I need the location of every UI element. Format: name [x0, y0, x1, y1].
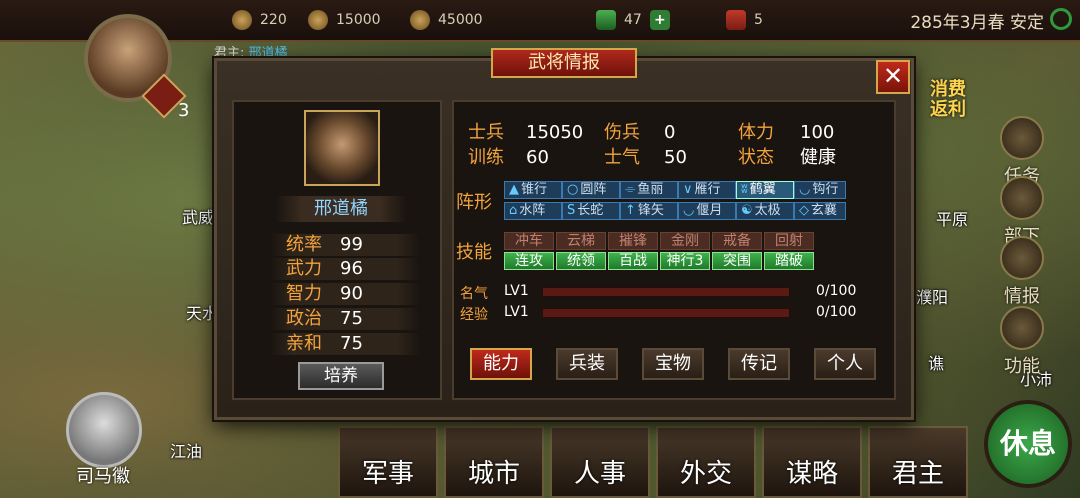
- formation-chip[interactable]: S 长蛇: [562, 202, 620, 220]
- intel-icon: [1000, 236, 1044, 280]
- exp-label: 经验: [460, 307, 488, 323]
- consume-rebate-button[interactable]: 消费 返利: [930, 80, 966, 120]
- formation-chip[interactable]: ◇ 玄襄: [794, 202, 846, 220]
- formation-chip[interactable]: ⌂ 水阵: [504, 202, 562, 220]
- tab-treasure[interactable]: 宝物: [642, 348, 704, 380]
- fame-progress-bar: [542, 287, 790, 297]
- close-button[interactable]: ✕: [876, 60, 910, 94]
- tab-biography[interactable]: 传记: [728, 348, 790, 380]
- city-pingyuan[interactable]: 平原: [936, 206, 968, 230]
- cultivate-button[interactable]: 培养: [298, 362, 384, 390]
- tab-equipment[interactable]: 兵装: [556, 348, 618, 380]
- grain-icon: [410, 10, 430, 30]
- state-status: 安定: [1010, 13, 1044, 33]
- skill-chip[interactable]: 戒备: [712, 232, 762, 250]
- formation-chip[interactable]: ↑ 锋矢: [620, 202, 678, 220]
- skill-chip-active[interactable]: 统领: [556, 252, 606, 270]
- attr-row: 武力 96: [270, 258, 420, 280]
- skill-chip[interactable]: 回射: [764, 232, 814, 250]
- tab-ability[interactable]: 能力: [470, 348, 532, 380]
- stat-value: 15050: [526, 122, 584, 143]
- gold-resource: 220: [232, 8, 287, 32]
- stat-label: 伤兵: [604, 122, 640, 143]
- nav-strategy[interactable]: 谋略: [762, 426, 862, 498]
- skill-chip-active[interactable]: 连攻: [504, 252, 554, 270]
- formation-chip[interactable]: ∨ 雁行: [678, 181, 736, 199]
- nav-functions[interactable]: 功能: [990, 306, 1054, 378]
- date-status: 285年3月春 安定: [910, 8, 1044, 33]
- bottom-nav: 军事 城市 人事 外交 谋略 君主: [338, 426, 968, 498]
- formation-label: 阵形: [456, 192, 492, 213]
- city-wuwei[interactable]: 武威: [182, 204, 214, 228]
- lord-count: 3: [178, 100, 190, 121]
- fame-value: 0/100: [816, 283, 857, 299]
- fame-label: 名气: [460, 286, 488, 302]
- attr-row: 统率 99: [270, 234, 420, 256]
- stat-value: 60: [526, 147, 549, 168]
- add-jade-button[interactable]: +: [649, 10, 670, 30]
- gear-icon: [1000, 306, 1044, 350]
- stat-label: 体力: [738, 122, 774, 143]
- city-puyang[interactable]: 濮阳: [916, 284, 948, 308]
- stat-value: 0: [664, 122, 676, 143]
- skill-chip-active[interactable]: 神行3: [660, 252, 710, 270]
- skill-chip[interactable]: 金刚: [660, 232, 710, 250]
- nav-military[interactable]: 军事: [338, 426, 438, 498]
- skill-chip[interactable]: 云梯: [556, 232, 606, 250]
- formation-chip-selected[interactable]: ʬ 鹤翼: [736, 181, 794, 199]
- gold-icon: [232, 10, 252, 30]
- nav-diplomacy[interactable]: 外交: [656, 426, 756, 498]
- jade-resource: 47 +: [596, 8, 670, 32]
- subordinates-icon: [1000, 176, 1044, 220]
- fame-level: LV1: [504, 283, 529, 299]
- jade-icon: [596, 10, 616, 30]
- formation-chip[interactable]: ○ 圆阵: [562, 181, 620, 199]
- token-resource: 5: [726, 8, 763, 32]
- skill-chip[interactable]: 冲车: [504, 232, 554, 250]
- nav-city[interactable]: 城市: [444, 426, 544, 498]
- formation-chip[interactable]: ▲ 锥行: [504, 181, 562, 199]
- tab-personal[interactable]: 个人: [814, 348, 876, 380]
- token-icon: [726, 10, 746, 30]
- nav-intel[interactable]: 情报: [990, 236, 1054, 308]
- dialog-title: 武将情报: [491, 48, 637, 78]
- formation-chip[interactable]: ⌯ 鱼丽: [620, 181, 678, 199]
- exp-level: LV1: [504, 304, 529, 320]
- exp-progress-bar: [542, 308, 790, 318]
- rest-button[interactable]: 休息: [984, 400, 1072, 488]
- grain-resource: 45000: [410, 8, 483, 32]
- skill-chip-active[interactable]: 百战: [608, 252, 658, 270]
- city-jiangyou[interactable]: 江油: [170, 438, 202, 462]
- stat-label: 士气: [604, 147, 640, 168]
- formation-chip[interactable]: ◡ 偃月: [678, 202, 736, 220]
- skill-label: 技能: [456, 242, 492, 263]
- advisor-avatar[interactable]: [66, 392, 142, 468]
- coin-pile-icon: [308, 10, 328, 30]
- nav-lord[interactable]: 君主: [868, 426, 968, 498]
- formation-chip[interactable]: ◡ 钩行: [794, 181, 846, 199]
- stat-label: 状态: [738, 147, 774, 168]
- stat-label: 训练: [468, 147, 504, 168]
- attr-row: 亲和 75: [270, 333, 420, 355]
- task-icon: [1000, 116, 1044, 160]
- stat-value: 100: [800, 122, 835, 143]
- advisor-name: 司马徽: [76, 466, 130, 487]
- game-date: 285年3月春: [910, 13, 1005, 33]
- stat-label: 士兵: [468, 122, 504, 143]
- settings-icon[interactable]: [1050, 8, 1072, 30]
- general-portrait: [304, 110, 380, 186]
- skill-chip[interactable]: 摧锋: [608, 232, 658, 250]
- attr-row: 智力 90: [270, 283, 420, 305]
- formation-chip[interactable]: ☯ 太极: [736, 202, 794, 220]
- stat-value: 健康: [800, 147, 836, 168]
- general-name: 邢道橘: [276, 196, 406, 222]
- attr-row: 政治 75: [270, 308, 420, 330]
- skill-chip-active[interactable]: 突围: [712, 252, 762, 270]
- nav-personnel[interactable]: 人事: [550, 426, 650, 498]
- skill-chip-active[interactable]: 踏破: [764, 252, 814, 270]
- stat-value: 50: [664, 147, 687, 168]
- city-qiao[interactable]: 谯: [928, 350, 944, 374]
- exp-value: 0/100: [816, 304, 857, 320]
- coin-resource: 15000: [308, 8, 381, 32]
